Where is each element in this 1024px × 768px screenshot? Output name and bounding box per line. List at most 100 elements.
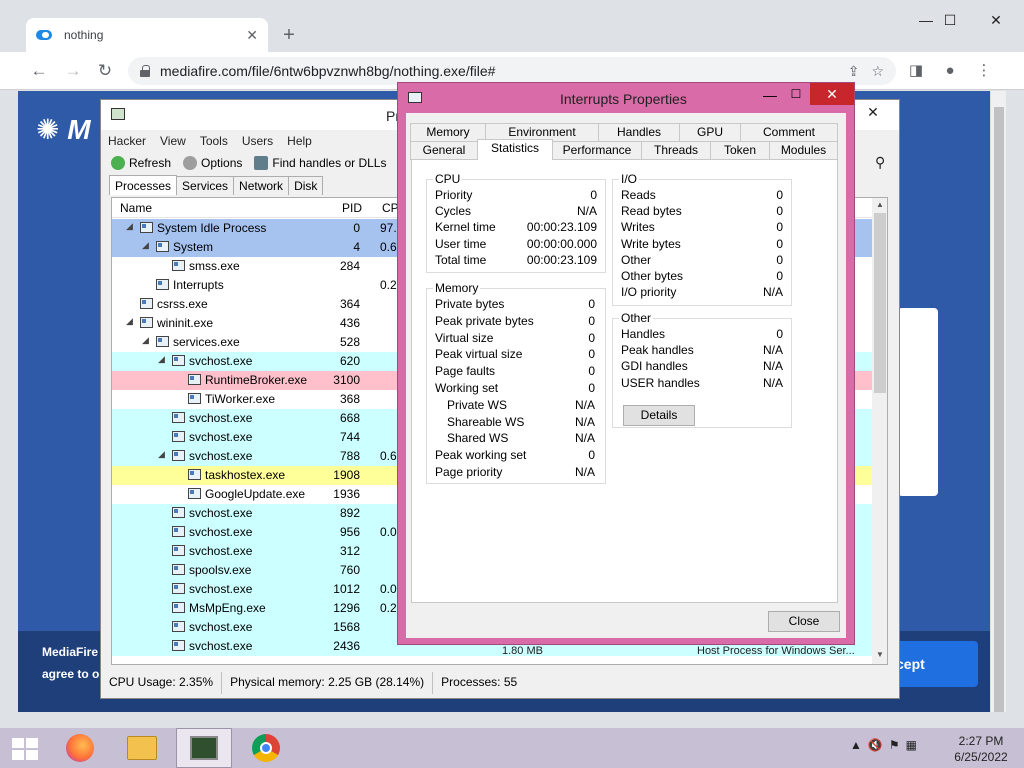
options-button[interactable]: Options (183, 156, 242, 170)
tab-modules[interactable]: Modules (769, 141, 838, 160)
tab-performance[interactable]: Performance (552, 141, 642, 160)
expand-twisty-icon[interactable]: ◢ (142, 240, 149, 251)
col-name[interactable]: Name (120, 201, 152, 215)
details-button[interactable]: Details (623, 405, 695, 426)
process-pid: 1012 (333, 582, 360, 596)
share-icon[interactable]: ⇪ (848, 63, 860, 80)
other-value: N/A (762, 375, 783, 390)
expand-twisty-icon[interactable]: ◢ (126, 221, 133, 232)
address-bar[interactable]: mediafire.com/file/6ntw6bpvznwh8bg/nothi… (128, 57, 896, 85)
profile-avatar-icon[interactable]: ● (940, 60, 960, 82)
binoculars-icon (254, 156, 269, 170)
menu-kebab-icon[interactable]: ⋮ (974, 60, 994, 82)
windows-start-icon[interactable] (12, 738, 38, 760)
status-cpu: CPU Usage: 2.35% (101, 672, 223, 694)
process-list-scroll-thumb[interactable] (874, 213, 886, 393)
process-icon (156, 279, 169, 290)
search-icon[interactable]: ⚲ (875, 154, 885, 171)
tray-expand-icon[interactable]: ▲ (850, 738, 862, 752)
process-name: taskhostex.exe (188, 468, 285, 482)
tab-processes[interactable]: Processes (109, 175, 178, 195)
bookmark-star-icon[interactable]: ☆ (871, 63, 884, 80)
scroll-up-icon[interactable]: ▲ (872, 200, 887, 209)
process-pid: 1936 (333, 487, 360, 501)
dialog-minimize-button[interactable]: — (758, 87, 782, 103)
logo-letter: M (67, 114, 91, 145)
taskbar-clock[interactable]: 2:27 PM 6/25/2022 (946, 733, 1016, 765)
process-icon (188, 374, 201, 385)
memory-value: 0 (588, 347, 595, 362)
accept-button[interactable]: cept (894, 641, 978, 687)
process-name: RuntimeBroker.exe (188, 373, 307, 387)
window-close-button[interactable]: ✕ (986, 12, 1006, 29)
process-list-scrollbar[interactable]: ▲ ▼ (872, 198, 887, 664)
menu-hacker[interactable]: Hacker (101, 132, 153, 152)
other-label: GDI handles (621, 359, 688, 374)
process-cpu: 0.0 (380, 525, 397, 539)
process-name-text: taskhostex.exe (205, 468, 286, 482)
ph-close-button[interactable]: ✕ (859, 104, 887, 122)
memory-value: 0 (588, 297, 595, 311)
process-icon (172, 260, 185, 271)
process-pid: 436 (339, 316, 360, 330)
new-tab-button[interactable]: + (278, 24, 300, 46)
tab-general[interactable]: General (410, 141, 478, 160)
process-pid: 0 (353, 221, 360, 235)
menu-view[interactable]: View (153, 132, 193, 152)
tab-comment[interactable]: Comment (740, 123, 838, 142)
clock-date: 6/25/2022 (954, 750, 1008, 764)
menu-help[interactable]: Help (280, 132, 319, 152)
find-handles-button[interactable]: Find handles or DLLs (254, 156, 386, 170)
tab-gpu[interactable]: GPU (679, 123, 741, 142)
process-hacker-taskbar-button[interactable] (176, 728, 232, 768)
scroll-down-icon[interactable]: ▼ (872, 650, 887, 659)
tab-threads[interactable]: Threads (641, 141, 711, 160)
tab-handles[interactable]: Handles (598, 123, 680, 142)
volume-muted-icon[interactable]: 🔇 (868, 738, 883, 752)
chrome-taskbar-button[interactable] (238, 728, 294, 768)
col-pid[interactable]: PID (342, 201, 362, 215)
process-name-text: svchost.exe (189, 582, 253, 596)
minimize-button[interactable]: — (916, 12, 936, 28)
expand-twisty-icon[interactable]: ◢ (126, 316, 133, 327)
firefox-taskbar-button[interactable] (52, 728, 108, 768)
tab-services[interactable]: Services (176, 176, 235, 195)
tab-network[interactable]: Network (233, 176, 290, 195)
tab-statistics[interactable]: Statistics (477, 139, 553, 160)
cpu-value: 00:00:23.109 (526, 220, 597, 235)
cpu-label: User time (435, 236, 487, 251)
tab-close-icon[interactable]: ✕ (246, 27, 258, 44)
process-name: svchost.exe (172, 620, 252, 634)
maximize-button[interactable]: ☐ (940, 12, 960, 29)
close-button[interactable]: Close (768, 611, 840, 632)
dialog-close-button[interactable]: ✕ (810, 83, 854, 105)
browser-tab[interactable]: nothing ✕ (26, 18, 268, 52)
process-icon (172, 507, 185, 518)
side-panel-icon[interactable]: ◨ (906, 60, 926, 82)
tab-disk[interactable]: Disk (288, 176, 324, 195)
file-explorer-taskbar-button[interactable] (114, 728, 170, 768)
expand-twisty-icon[interactable]: ◢ (158, 449, 165, 460)
expand-twisty-icon[interactable]: ◢ (158, 354, 165, 365)
dialog-titlebar[interactable]: Interrupts Properties — ☐ ✕ (398, 83, 854, 113)
menu-tools[interactable]: Tools (193, 132, 235, 152)
tab-token[interactable]: Token (710, 141, 770, 160)
dialog-maximize-button[interactable]: ☐ (784, 87, 808, 101)
page-scrollbar[interactable] (990, 91, 1006, 712)
menu-users[interactable]: Users (235, 132, 280, 152)
expand-twisty-icon[interactable]: ◢ (142, 335, 149, 346)
page-scroll-thumb[interactable] (994, 107, 1004, 712)
tab-memory[interactable]: Memory (410, 123, 486, 142)
process-name-text: csrss.exe (157, 297, 208, 311)
process-icon (172, 564, 185, 575)
forward-button[interactable]: → (62, 60, 84, 82)
reload-button[interactable]: ↻ (94, 60, 116, 82)
ph-tabs: Processes Services Network Disk (109, 175, 324, 195)
back-button[interactable]: ← (28, 60, 50, 82)
refresh-button[interactable]: Refresh (111, 156, 171, 170)
memory-value: N/A (574, 465, 595, 479)
process-icon (188, 469, 201, 480)
network-icon[interactable]: ▦ (906, 738, 917, 752)
action-center-flag-icon[interactable]: ⚑ (889, 738, 900, 752)
process-name: spoolsv.exe (172, 563, 251, 577)
